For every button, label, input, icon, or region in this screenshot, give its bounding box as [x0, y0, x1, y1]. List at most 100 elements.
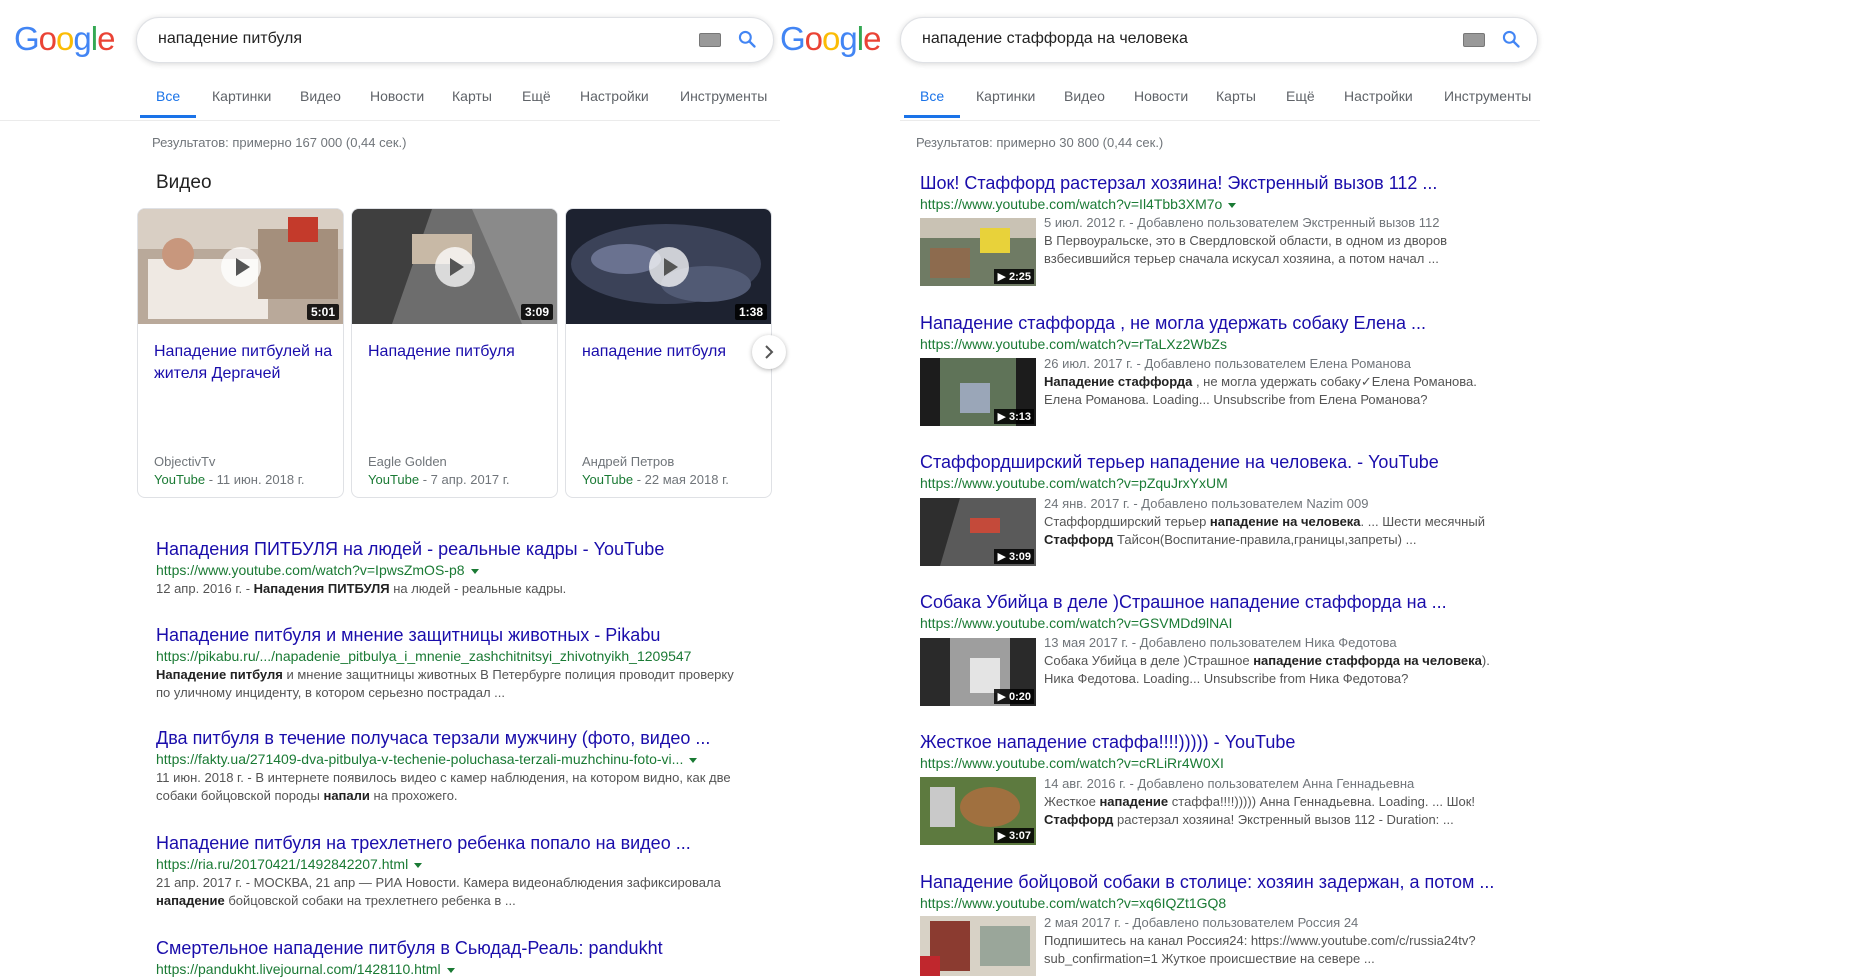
result-title[interactable]: Жесткое нападение стаффа!!!!))))) - YouT…: [920, 731, 1295, 753]
video-duration: 3:09: [520, 304, 553, 320]
result-url[interactable]: https://www.youtube.com/watch?v=Il4Tbb3X…: [920, 194, 1437, 214]
tab-maps[interactable]: Карты: [1216, 88, 1256, 104]
result-title[interactable]: Смертельное нападение питбуля в Сьюдад-Р…: [156, 937, 663, 959]
video-title[interactable]: Нападение питбуля: [368, 341, 548, 363]
video-meta: YouTube - 11 июн. 2018 г.: [154, 472, 304, 487]
logo-letter: g: [73, 20, 91, 57]
result-title[interactable]: Нападения ПИТБУЛЯ на людей - реальные ка…: [156, 538, 664, 560]
url-dropdown-icon[interactable]: [414, 862, 423, 868]
search-input[interactable]: нападение питбуля: [158, 30, 302, 48]
result-video-thumbnail[interactable]: ▶ 3:09: [920, 498, 1036, 566]
result-url[interactable]: https://www.youtube.com/watch?v=rTaLXz2W…: [920, 334, 1426, 354]
video-date: - 22 мая 2018 г.: [633, 472, 729, 487]
url-dropdown-icon[interactable]: [689, 757, 698, 763]
result-meta: 5 июл. 2012 г. - Добавлено пользователем…: [1044, 215, 1440, 230]
result-url[interactable]: https://fakty.ua/271409-dva-pitbulya-v-t…: [156, 749, 731, 769]
result-url[interactable]: https://www.youtube.com/watch?v=xq6IQZt1…: [920, 893, 1494, 913]
result-title[interactable]: Нападение бойцовой собаки в столице: хоз…: [920, 871, 1494, 893]
result-title[interactable]: Нападение стаффорда , не могла удержать …: [920, 312, 1426, 334]
tab-news[interactable]: Новости: [1134, 88, 1188, 104]
video-card[interactable]: 5:01 Нападение питбулей на жителя Дергач…: [137, 208, 344, 498]
tab-images[interactable]: Картинки: [212, 88, 271, 104]
video-duration: ▶ 3:09: [994, 549, 1034, 564]
result-url-text[interactable]: https://www.youtube.com/watch?v=xq6IQZt1…: [920, 895, 1226, 911]
result-title[interactable]: Шок! Стаффорд растерзал хозяина! Экстрен…: [920, 172, 1437, 194]
result-url[interactable]: https://www.youtube.com/watch?v=cRLiRr4W…: [920, 753, 1295, 773]
result-url[interactable]: https://www.youtube.com/watch?v=IpwsZmOS…: [156, 560, 664, 580]
search-box[interactable]: нападение стаффорда на человека: [900, 17, 1538, 63]
result-video-thumbnail[interactable]: ▶ 0:20: [920, 638, 1036, 706]
video-thumbnail[interactable]: 1:38: [566, 209, 771, 324]
result-url-text[interactable]: https://ria.ru/20170421/1492842207.html: [156, 856, 408, 872]
logo-letter: o: [38, 20, 57, 57]
video-duration: ▶ 3:13: [994, 409, 1034, 424]
result-title[interactable]: Собака Убийца в деле )Страшное нападение…: [920, 591, 1447, 613]
tab-maps[interactable]: Карты: [452, 88, 492, 104]
tab-tools[interactable]: Инструменты: [680, 88, 767, 104]
play-icon: [435, 247, 475, 287]
video-duration: ▶ 0:20: [994, 689, 1034, 704]
tab-more[interactable]: Ещё: [1286, 88, 1315, 104]
search-input[interactable]: нападение стаффорда на человека: [922, 30, 1188, 48]
result-title[interactable]: Нападение питбуля на трехлетнего ребенка…: [156, 832, 721, 854]
result-url[interactable]: https://pikabu.ru/.../napadenie_pitbulya…: [156, 646, 734, 666]
result-video-thumbnail[interactable]: ▶ 3:07: [920, 777, 1036, 845]
result-title[interactable]: Два питбуля в течение получаса терзали м…: [156, 727, 731, 749]
result-url-text[interactable]: https://pandukht.livejournal.com/1428110…: [156, 961, 441, 977]
url-dropdown-icon[interactable]: [1228, 202, 1237, 208]
search-tabs: Все Картинки Видео Новости Карты Ещё Нас…: [904, 80, 1550, 120]
video-section-title: Видео: [156, 172, 212, 193]
search-box[interactable]: нападение питбуля: [136, 17, 774, 63]
google-logo[interactable]: Google: [14, 20, 115, 58]
result-snippet: 12 апр. 2016 г. - Нападения ПИТБУЛЯ на л…: [156, 581, 567, 596]
tab-video[interactable]: Видео: [300, 88, 341, 104]
result-url-text[interactable]: https://www.youtube.com/watch?v=pZquJrxY…: [920, 475, 1228, 491]
result-url[interactable]: https://www.youtube.com/watch?v=GSVMDd9l…: [920, 613, 1447, 633]
result-url[interactable]: https://ria.ru/20170421/1492842207.html: [156, 854, 721, 874]
video-card[interactable]: 3:09 Нападение питбуля Eagle Golden YouT…: [351, 208, 558, 498]
google-logo[interactable]: Google: [780, 20, 881, 58]
result-video-thumbnail[interactable]: ▶ 3:13: [920, 358, 1036, 426]
video-duration-value: 3:13: [1008, 411, 1031, 423]
video-title[interactable]: нападение питбуля: [582, 341, 762, 363]
tab-settings[interactable]: Настройки: [580, 88, 649, 104]
video-card[interactable]: 1:38 нападение питбуля Андрей Петров You…: [565, 208, 772, 498]
tab-video[interactable]: Видео: [1064, 88, 1105, 104]
result-video-thumbnail[interactable]: [920, 916, 1036, 976]
result-url[interactable]: https://pandukht.livejournal.com/1428110…: [156, 959, 663, 979]
result-url-text[interactable]: https://www.youtube.com/watch?v=IpwsZmOS…: [156, 562, 465, 578]
result-url-text[interactable]: https://www.youtube.com/watch?v=GSVMDd9l…: [920, 615, 1232, 631]
video-thumbnail[interactable]: 3:09: [352, 209, 557, 324]
tab-settings[interactable]: Настройки: [1344, 88, 1413, 104]
video-title[interactable]: Нападение питбулей на жителя Дергачей: [154, 341, 334, 385]
video-date: - 11 июн. 2018 г.: [205, 472, 305, 487]
play-icon: [221, 247, 261, 287]
search-icon[interactable]: [737, 29, 757, 49]
keyboard-icon[interactable]: [699, 33, 721, 47]
keyboard-icon[interactable]: [1463, 33, 1485, 47]
result-url-text[interactable]: https://www.youtube.com/watch?v=rTaLXz2W…: [920, 336, 1227, 352]
url-dropdown-icon[interactable]: [470, 568, 479, 574]
result-url-text[interactable]: https://pikabu.ru/.../napadenie_pitbulya…: [156, 648, 691, 664]
result-meta: 24 янв. 2017 г. - Добавлено пользователе…: [1044, 496, 1369, 511]
result-url[interactable]: https://www.youtube.com/watch?v=pZquJrxY…: [920, 473, 1439, 493]
video-result: Нападение бойцовой собаки в столице: хоз…: [920, 871, 1494, 913]
tab-more[interactable]: Ещё: [522, 88, 551, 104]
tab-all[interactable]: Все: [156, 88, 180, 104]
tab-tools[interactable]: Инструменты: [1444, 88, 1531, 104]
search-result: Нападение питбуля и мнение защитницы жив…: [156, 624, 734, 702]
result-url-text[interactable]: https://fakty.ua/271409-dva-pitbulya-v-t…: [156, 751, 683, 767]
result-snippet: Подпишитесь на канал Россия24: https://w…: [1044, 933, 1476, 966]
tab-all[interactable]: Все: [920, 88, 944, 104]
url-dropdown-icon[interactable]: [446, 967, 455, 973]
result-title[interactable]: Стаффордширский терьер нападение на чело…: [920, 451, 1439, 473]
tab-news[interactable]: Новости: [370, 88, 424, 104]
result-title[interactable]: Нападение питбуля и мнение защитницы жив…: [156, 624, 734, 646]
result-video-thumbnail[interactable]: ▶ 2:25: [920, 218, 1036, 286]
video-duration-value: 3:09: [1008, 551, 1031, 563]
tab-images[interactable]: Картинки: [976, 88, 1035, 104]
result-url-text[interactable]: https://www.youtube.com/watch?v=cRLiRr4W…: [920, 755, 1224, 771]
video-thumbnail[interactable]: 5:01: [138, 209, 343, 324]
result-url-text[interactable]: https://www.youtube.com/watch?v=Il4Tbb3X…: [920, 196, 1222, 212]
search-icon[interactable]: [1501, 29, 1521, 49]
